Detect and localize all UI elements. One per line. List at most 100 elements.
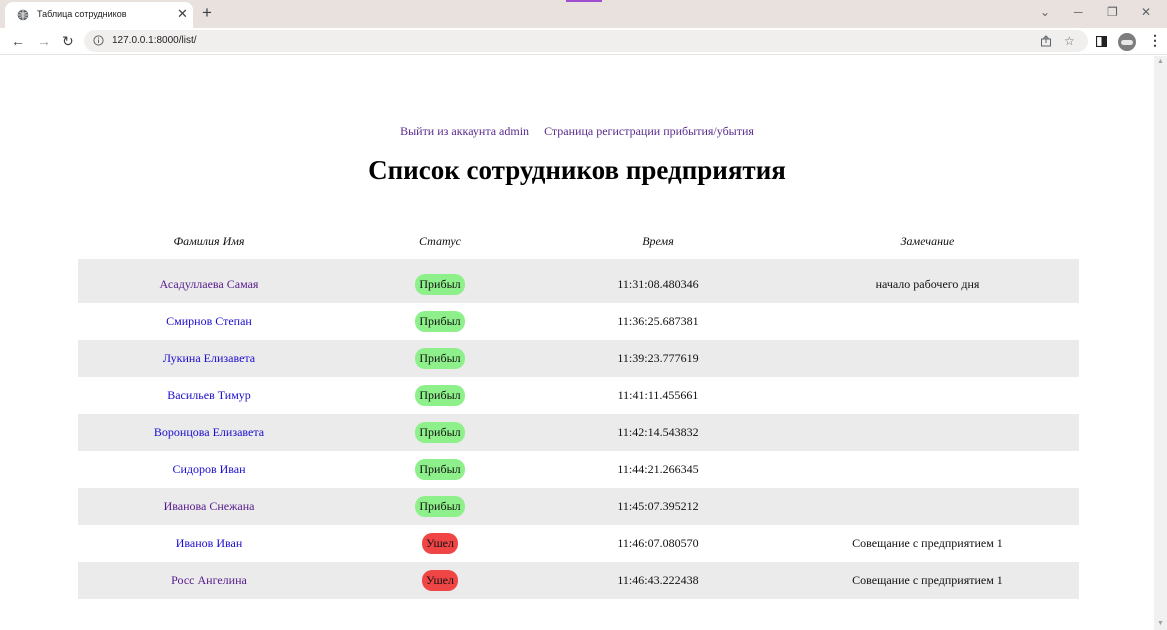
menu-dots-icon[interactable]: ⋮: [1148, 32, 1162, 48]
employee-name-link[interactable]: Иванов Иван: [176, 536, 243, 550]
name-cell: Васильев Тимур: [78, 377, 340, 414]
employee-name-link[interactable]: Лукина Елизавета: [163, 351, 255, 365]
note-cell: [776, 414, 1079, 451]
status-cell: Ушел: [340, 562, 540, 599]
name-cell: Иванов Иван: [78, 525, 340, 562]
time-cell: 11:42:14.543832: [540, 414, 776, 451]
back-icon[interactable]: ←: [11, 33, 25, 49]
url-text[interactable]: 127.0.0.1:8000/list/: [112, 35, 197, 46]
note-cell: [776, 488, 1079, 525]
note-cell: [776, 303, 1079, 340]
name-cell: Сидоров Иван: [78, 451, 340, 488]
note-cell: Совещание с предприятием 1: [776, 562, 1079, 599]
employee-name-link[interactable]: Асадуллаева Самая: [160, 277, 259, 291]
share-icon[interactable]: [1040, 35, 1052, 47]
tab-title: Таблица сотрудников: [37, 9, 127, 19]
employee-table: Фамилия Имя Статус Время Замечание Асаду…: [78, 223, 1079, 599]
name-cell: Лукина Елизавета: [78, 340, 340, 377]
note-cell: начало рабочего дня: [776, 266, 1079, 303]
status-cell: Прибыл: [340, 303, 540, 340]
employee-name-link[interactable]: Иванова Снежана: [164, 499, 255, 513]
status-cell: Ушел: [340, 525, 540, 562]
table-body: Асадуллаева Самая Прибыл 11:31:08.480346 на…: [78, 266, 1079, 599]
table-row: Асадуллаева Самая Прибыл 11:31:08.480346 на…: [78, 266, 1079, 303]
time-cell: 11:39:23.777619: [540, 340, 776, 377]
status-badge: Прибыл: [415, 496, 465, 517]
status-badge: Прибыл: [415, 459, 465, 480]
scroll-down-arrow-icon[interactable]: ▼: [1157, 620, 1164, 627]
status-badge: Ушел: [422, 570, 458, 591]
time-cell: 11:41:11.455661: [617, 388, 699, 402]
table-row: Лукина Елизавета Прибыл 11:39:23.777619: [78, 340, 1079, 377]
employee-name-link[interactable]: Сидоров Иван: [172, 462, 245, 476]
browser-tab[interactable]: Таблица сотрудников ✕: [5, 2, 193, 28]
name-cell: Смирнов Степан: [78, 303, 340, 340]
name-cell: Росс Ангелина: [78, 562, 340, 599]
browser-toolbar: ← → ↻ 127.0.0.1:8000/list/ ☆ ⋮: [0, 28, 1167, 55]
page-content: Выйти из аккаунта admin Страница регистр…: [0, 56, 1154, 630]
time-cell: 11:46:43.222438: [540, 562, 776, 599]
browser-tab-strip: Таблица сотрудников ✕ + ⌄ ─ ❐ ✕: [0, 0, 1167, 28]
new-tab-icon[interactable]: +: [202, 4, 212, 22]
vertical-scrollbar[interactable]: ▲ ▼: [1154, 56, 1167, 630]
time-cell: 11:44:21.266345: [617, 462, 699, 476]
time-cell: 11:45:07.395212: [540, 488, 776, 525]
column-header-time: Время: [642, 233, 674, 248]
registration-page-link[interactable]: Страница регистрации прибытия/убытия: [544, 124, 754, 138]
status-cell: Прибыл: [340, 451, 540, 488]
table-row: Иванова Снежана Прибыл 11:45:07.395212: [78, 488, 1079, 525]
status-cell: Прибыл: [340, 488, 540, 525]
employee-name-link[interactable]: Смирнов Степан: [166, 314, 252, 328]
status-cell: Прибыл: [340, 377, 540, 414]
employee-name-link[interactable]: Росс Ангелина: [171, 573, 247, 587]
table-row: Васильев Тимур Прибыл 11:41:11.455661: [78, 377, 1079, 414]
restore-icon[interactable]: ❐: [1107, 5, 1118, 19]
close-window-icon[interactable]: ✕: [1141, 5, 1151, 19]
note-cell: Совещание с предприятием 1: [852, 536, 1003, 550]
tab-search-icon[interactable]: ⌄: [1040, 5, 1050, 19]
top-links: Выйти из аккаунта admin Страница регистр…: [0, 124, 1154, 139]
status-cell: Прибыл: [340, 414, 540, 451]
table-row: Сидоров Иван Прибыл 11:44:21.266345: [78, 451, 1079, 488]
name-cell: Воронцова Елизавета: [78, 414, 340, 451]
profile-avatar[interactable]: [1118, 33, 1136, 51]
tab-strip-accent: [566, 0, 602, 2]
employee-name-link[interactable]: Васильев Тимур: [167, 388, 251, 402]
note-cell: [776, 340, 1079, 377]
forward-icon[interactable]: →: [37, 33, 51, 49]
table-row: Росс Ангелина Ушел 11:46:43.222438 Совещани…: [78, 562, 1079, 599]
table-header-row: Фамилия Имя Статус Время Замечание: [78, 223, 1079, 259]
address-bar[interactable]: 127.0.0.1:8000/list/ ☆: [84, 30, 1088, 52]
column-header-note: Замечание: [900, 233, 955, 248]
info-icon[interactable]: [93, 35, 104, 46]
note-cell: [776, 377, 1079, 414]
name-cell: Асадуллаева Самая: [78, 266, 340, 303]
globe-icon: [17, 9, 29, 21]
time-cell: 11:31:08.480346: [540, 266, 776, 303]
column-header-status: Статус: [418, 233, 461, 248]
name-cell: Иванова Снежана: [78, 488, 340, 525]
time-cell: 11:46:07.080570: [617, 536, 699, 550]
status-badge: Ушел: [422, 533, 458, 554]
minimize-icon[interactable]: ─: [1074, 5, 1083, 19]
employee-name-link[interactable]: Воронцова Елизавета: [154, 425, 264, 439]
table-row: Воронцова Елизавета Прибыл 11:42:14.543832: [78, 414, 1079, 451]
page-title: Список сотрудников предприятия: [368, 155, 786, 185]
status-cell: Прибыл: [340, 340, 540, 377]
header-separator: [78, 259, 1079, 266]
logout-link[interactable]: Выйти из аккаунта admin: [400, 124, 529, 138]
column-header-name: Фамилия Имя: [173, 233, 245, 248]
close-tab-icon[interactable]: ✕: [177, 6, 188, 22]
status-badge: Прибыл: [415, 422, 465, 443]
status-cell: Прибыл: [340, 266, 540, 303]
side-panel-icon[interactable]: [1096, 36, 1107, 47]
status-badge: Прибыл: [415, 348, 465, 369]
note-cell: [776, 451, 1079, 488]
star-icon[interactable]: ☆: [1064, 33, 1075, 49]
table-row: Иванов Иван Ушел 11:46:07.080570 Совещание …: [78, 525, 1079, 562]
table-row: Смирнов Степан Прибыл 11:36:25.687381: [78, 303, 1079, 340]
status-badge: Прибыл: [415, 385, 465, 406]
status-badge: Прибыл: [415, 274, 465, 295]
reload-icon[interactable]: ↻: [62, 33, 74, 49]
scroll-up-arrow-icon[interactable]: ▲: [1157, 58, 1164, 65]
